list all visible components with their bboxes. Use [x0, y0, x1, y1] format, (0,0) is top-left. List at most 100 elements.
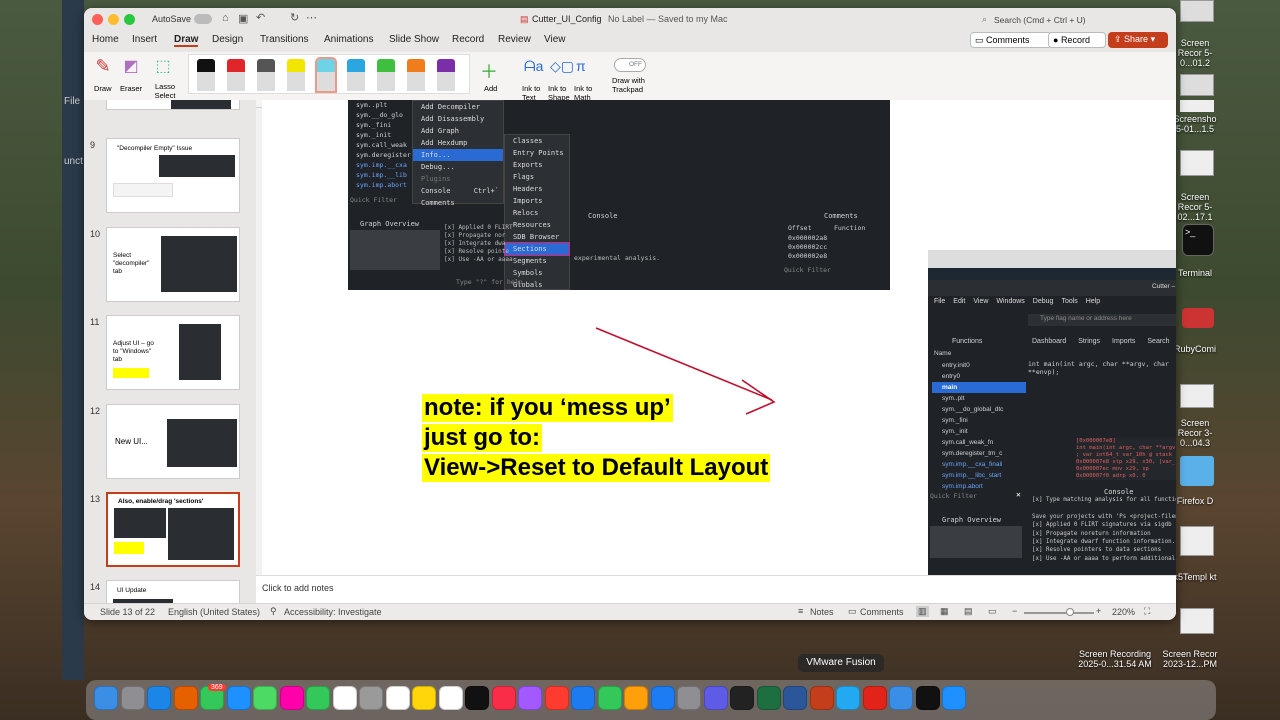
submenu-item[interactable]: Flags: [505, 171, 569, 183]
pen-icon[interactable]: [287, 59, 305, 91]
cutter-menu-item[interactable]: Windows: [996, 298, 1024, 305]
function-item[interactable]: sym.imp.abort: [932, 481, 1026, 492]
submenu-item[interactable]: Classes: [505, 135, 569, 147]
tab-home[interactable]: Home: [92, 34, 119, 45]
cutter-menu-item[interactable]: File: [934, 298, 945, 305]
intellij-icon[interactable]: [915, 686, 940, 710]
submenu-item[interactable]: Headers: [505, 183, 569, 195]
reading-view-icon[interactable]: ▤: [964, 606, 973, 617]
slide-thumbnail-11[interactable]: Adjust UI – go to "Windows" tab: [106, 315, 240, 390]
context-menu-item[interactable]: Add Hexdump: [413, 137, 503, 149]
settings-icon[interactable]: [677, 686, 701, 710]
pages-icon[interactable]: [624, 686, 648, 710]
tab-view[interactable]: View: [544, 34, 566, 45]
pen-icon[interactable]: [197, 59, 215, 91]
zoom-button[interactable]: [124, 14, 135, 25]
facetime-icon[interactable]: [306, 686, 330, 710]
photos-icon[interactable]: [279, 686, 304, 710]
firefox-icon[interactable]: [173, 686, 198, 710]
pen-icon[interactable]: [437, 59, 455, 91]
mail-icon[interactable]: [226, 686, 251, 710]
submenu-item[interactable]: Relocs: [505, 207, 569, 219]
podcasts-icon[interactable]: [518, 686, 542, 710]
function-item[interactable]: sym._init: [932, 426, 1026, 437]
function-item[interactable]: main: [932, 382, 1026, 393]
context-menu-item[interactable]: Plugins: [413, 173, 503, 185]
eraser-icon[interactable]: ◩: [120, 56, 142, 78]
autosave-toggle[interactable]: [194, 14, 212, 24]
function-item[interactable]: sym.deregister_tm_c: [932, 448, 1026, 459]
iphone-mirroring-icon[interactable]: [703, 686, 728, 710]
tab-animations[interactable]: Animations: [324, 34, 373, 45]
context-menu-item[interactable]: Add Graph: [413, 125, 503, 137]
flag-search-input[interactable]: Type flag name or address here: [1028, 314, 1176, 326]
desktop-file-label[interactable]: Screensho 5-01...1.5: [1172, 114, 1218, 134]
excel-icon[interactable]: [756, 686, 781, 710]
undo-icon[interactable]: ↶: [256, 11, 265, 24]
symbol-item[interactable]: sym.imp.abort: [356, 180, 416, 190]
tab-transitions[interactable]: Transitions: [260, 34, 309, 45]
function-item[interactable]: sym._fini: [932, 415, 1026, 426]
file-thumbnail[interactable]: [1180, 384, 1214, 408]
desktop-file-label[interactable]: RubyComi: [1172, 344, 1218, 354]
context-menu-item[interactable]: Info...: [413, 149, 503, 161]
search-box[interactable]: Search (Cmd + Ctrl + U): [994, 15, 1086, 25]
maps-icon[interactable]: [253, 686, 277, 710]
file-thumbnail[interactable]: [1180, 74, 1214, 96]
envelope-icon[interactable]: [1180, 526, 1214, 556]
file-thumbnail[interactable]: [1180, 150, 1214, 176]
appletv-icon[interactable]: [465, 686, 489, 710]
saved-status[interactable]: No Label — Saved to my Mac: [608, 14, 728, 24]
file-thumbnail[interactable]: [1180, 100, 1214, 112]
cutter-tab[interactable]: Imports: [1112, 338, 1135, 345]
submenu-item[interactable]: Exports: [505, 159, 569, 171]
close-button[interactable]: [92, 14, 103, 25]
tab-insert[interactable]: Insert: [132, 34, 157, 45]
add-pen-icon[interactable]: ＋: [480, 58, 498, 84]
notes-button[interactable]: Notes: [810, 607, 834, 617]
ink-to-math-icon[interactable]: π: [576, 58, 586, 74]
function-item[interactable]: sym..plt: [932, 393, 1026, 404]
symbol-item[interactable]: sym.deregister: [356, 150, 416, 160]
comments-status-button[interactable]: Comments: [860, 607, 904, 617]
desktop-file-label[interactable]: Firefox D: [1172, 496, 1218, 506]
symbol-item[interactable]: sym..plt: [356, 100, 416, 110]
minimize-button[interactable]: [108, 14, 119, 25]
home-icon[interactable]: ⌂: [222, 12, 229, 24]
zoom-slider[interactable]: [1024, 608, 1094, 616]
vscode-icon[interactable]: [836, 686, 860, 710]
ruby-icon[interactable]: [1182, 308, 1214, 328]
cutter-menu-item[interactable]: Tools: [1061, 298, 1077, 305]
function-item[interactable]: entry.init0: [932, 360, 1026, 371]
pen-icon[interactable]: [347, 59, 365, 91]
keynote-icon[interactable]: [571, 686, 595, 710]
folder-icon[interactable]: [1180, 456, 1214, 486]
context-menu-item[interactable]: Comments: [413, 197, 503, 209]
safari-icon[interactable]: [147, 686, 171, 710]
zoom-level[interactable]: 220%: [1112, 607, 1135, 617]
context-menu-item[interactable]: Debug...: [413, 161, 503, 173]
desktop-file-label[interactable]: Screen Recor 5-0...01.2: [1172, 38, 1218, 68]
reminders-icon[interactable]: [385, 686, 410, 710]
symbol-item[interactable]: sym.imp.__lib: [356, 170, 416, 180]
function-item[interactable]: sym.imp.__libc_start: [932, 470, 1026, 481]
share-button[interactable]: ⇪ Share ▾: [1108, 32, 1168, 48]
language[interactable]: English (United States): [168, 607, 260, 617]
slide-thumbnail-9[interactable]: "Decompiler Empty" Issue: [106, 138, 240, 213]
desktop-file-label[interactable]: Screen Recording 2025-0...31.54 AM: [1072, 649, 1158, 669]
zoom-in-icon[interactable]: +: [1096, 606, 1101, 616]
submenu-item[interactable]: Imports: [505, 195, 569, 207]
file-thumbnail[interactable]: [1180, 608, 1214, 634]
contacts-icon[interactable]: [359, 686, 383, 710]
cutter-tab[interactable]: Strings: [1078, 338, 1100, 345]
tab-design[interactable]: Design: [212, 34, 243, 45]
tab-draw[interactable]: Draw: [174, 34, 199, 47]
ink-to-shape-icon[interactable]: ◇▢: [550, 58, 574, 75]
normal-view-icon[interactable]: ▥: [916, 606, 929, 617]
notes-icon[interactable]: [412, 686, 436, 710]
accessibility[interactable]: Accessibility: Investigate: [284, 607, 382, 617]
desktop-file-label[interactable]: Screen Recor 5-02...17.1: [1172, 192, 1218, 222]
comments-button[interactable]: ▭ Comments: [970, 32, 1052, 48]
fit-slide-icon[interactable]: ⛶: [1144, 606, 1150, 617]
trackpad-toggle[interactable]: OFF: [614, 58, 646, 72]
